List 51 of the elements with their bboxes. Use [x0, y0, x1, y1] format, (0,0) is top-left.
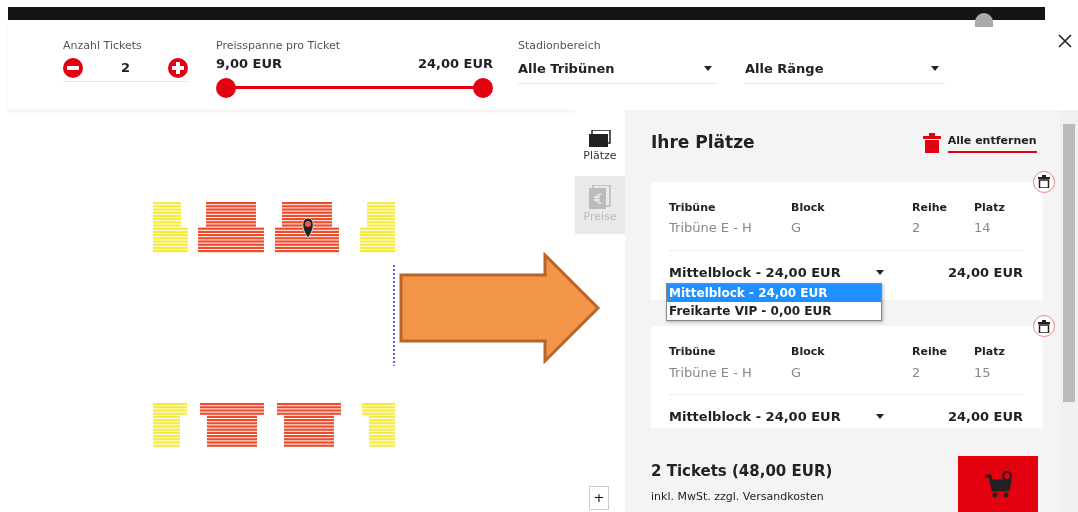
seat-value: 14 [974, 219, 992, 237]
zoom-in-button[interactable]: + [589, 486, 609, 510]
column-header: Tribüne [669, 199, 717, 216]
plus-button[interactable] [168, 57, 188, 78]
seat-value: 2 [912, 219, 922, 237]
seat-price: 24,00 EUR [947, 263, 1023, 282]
ticket-icon [589, 129, 611, 148]
column-header: Block [791, 199, 826, 216]
column-header: Reihe [912, 344, 948, 360]
minus-icon [67, 65, 79, 70]
tier-select[interactable]: Alle Ränge [745, 54, 945, 84]
delete-icon[interactable] [1033, 315, 1055, 337]
min-price: 9,00 EUR [216, 55, 283, 73]
stadium-select[interactable]: Alle Tribünen [518, 54, 718, 84]
seat-value: 15 [974, 363, 992, 382]
seat-value: G [791, 363, 803, 382]
avatar-icon[interactable] [975, 13, 993, 27]
field-label: Stadionbereich [518, 38, 602, 54]
seat-value: 2 [912, 363, 922, 382]
column-header: Block [791, 344, 826, 360]
field-label: Anzahl Tickets [63, 38, 143, 54]
total-price: 2 Tickets (48,00 EUR) [651, 461, 833, 482]
column-header: Reihe [912, 199, 948, 216]
column-header: Platz [974, 199, 1006, 216]
remove-all-link[interactable]: Alle entfernen [947, 133, 1037, 153]
dropdown-option[interactable]: Freikarte VIP - 0,00 EUR [667, 301, 881, 320]
scrollbar-thumb[interactable] [1063, 124, 1075, 402]
slider-thumb[interactable] [216, 77, 236, 98]
plus-icon [172, 61, 184, 74]
euro-card-icon [589, 184, 611, 209]
minus-button[interactable] [63, 57, 83, 78]
ticket-count: 2 [120, 58, 130, 77]
seat-price: 24,00 EUR [947, 408, 1023, 426]
column-header: Platz [974, 344, 1006, 360]
location-pin-icon [302, 217, 314, 239]
tax-note: inkl. MwSt. zzgl. Versandkosten [651, 488, 825, 505]
cart-button[interactable] [958, 456, 1038, 512]
seat-value: G [791, 219, 803, 237]
seat-map-drawing[interactable] [153, 202, 395, 447]
cart-icon [983, 471, 1013, 499]
price-select[interactable]: Mittelblock - 24,00 EUR [669, 407, 884, 427]
seat-value: Tribüne E - H [669, 219, 753, 237]
delete-icon[interactable] [1033, 170, 1055, 193]
panel-title: Ihre Plätze [651, 131, 755, 154]
trash-icon[interactable] [923, 132, 942, 153]
field-label: Preisspanne pro Ticket [216, 38, 341, 54]
max-price: 24,00 EUR [417, 55, 493, 73]
seat-value: Tribüne E - H [669, 363, 753, 382]
price-select[interactable]: Mittelblock - 24,00 EUR [669, 262, 884, 282]
column-header: Tribüne [669, 344, 717, 360]
slider-thumb[interactable] [473, 77, 493, 98]
